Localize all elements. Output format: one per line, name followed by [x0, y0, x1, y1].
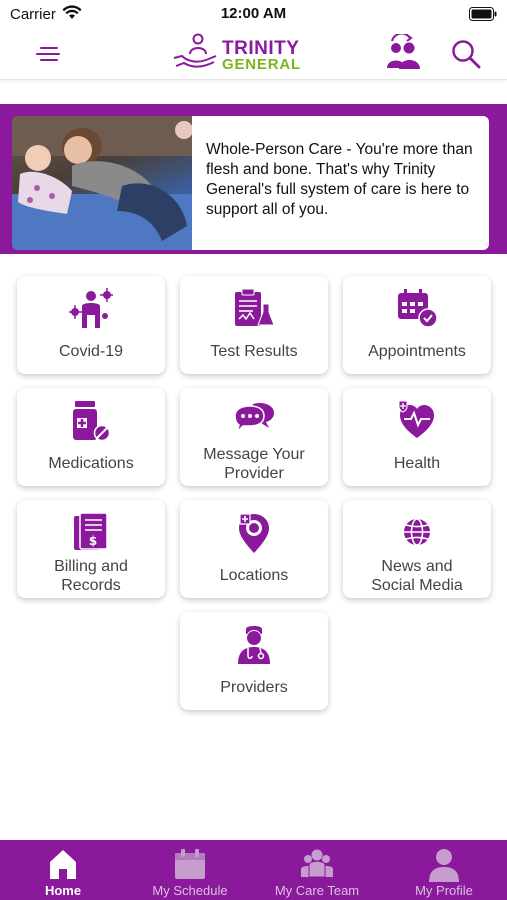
tile-label: Test Results [210, 342, 298, 360]
battery-icon [469, 7, 497, 21]
tile-label: Covid-19 [58, 342, 124, 360]
tile-label: Appointments [368, 342, 466, 360]
tile-health[interactable]: Health [343, 388, 491, 486]
tab-label: My Care Team [274, 883, 360, 898]
tile-appointments[interactable]: Appointments [343, 276, 491, 374]
globe-icon [404, 518, 430, 546]
tile-label: Medications [48, 454, 134, 472]
tile-providers[interactable]: Providers [180, 612, 328, 710]
banner-card[interactable]: Whole-Person Care - You're more than fle… [12, 116, 489, 250]
svg-text:$: $ [89, 534, 97, 548]
tab-label: My Schedule [152, 883, 228, 898]
tile-covid-19[interactable]: Covid-19 [17, 276, 165, 374]
clock: 12:00 AM [220, 5, 287, 22]
tab-my-profile[interactable]: My Profile [381, 840, 507, 900]
app-header: TRINITY GENERAL [0, 28, 507, 80]
group-icon [301, 849, 333, 878]
bill-document-icon: $ [74, 512, 108, 550]
tile-label: Providers [220, 678, 288, 696]
tile-message-your-provider[interactable]: Message Your Provider [180, 388, 328, 486]
virus-person-icon [69, 288, 113, 328]
bottom-tab-bar: Home My Schedule My Care Team My Profile [0, 840, 507, 900]
home-icon [50, 850, 76, 879]
logo-text-general: GENERAL [222, 56, 301, 73]
menu-button[interactable] [34, 42, 64, 66]
tile-locations[interactable]: Locations [180, 500, 328, 598]
tab-my-schedule[interactable]: My Schedule [127, 840, 253, 900]
calendar-icon [175, 849, 205, 879]
tile-news-and-social-media[interactable]: News and Social Media [343, 500, 491, 598]
care-team-button[interactable] [384, 32, 422, 72]
banner-text: Whole-Person Care - You're more than fle… [206, 141, 473, 218]
menu-icon [40, 47, 58, 49]
calendar-check-icon [398, 289, 438, 328]
location-pin-icon [239, 513, 269, 553]
tab-label: My Profile [415, 883, 473, 898]
person-icon [429, 849, 459, 882]
tile-test-results[interactable]: Test Results [180, 276, 328, 374]
trinity-general-logo: TRINITY GENERAL [172, 32, 312, 74]
heart-pulse-icon [398, 400, 434, 438]
chat-bubbles-icon [234, 403, 274, 435]
tile-label: Health [393, 454, 441, 472]
search-icon [452, 40, 481, 69]
promo-banner: Whole-Person Care - You're more than fle… [0, 104, 507, 254]
clipboard-flask-icon [235, 288, 275, 326]
tile-label: News and Social Media [371, 558, 463, 594]
tile-medications[interactable]: Medications [17, 388, 165, 486]
tile-label: Message Your Provider [203, 446, 305, 482]
care-team-icon [387, 32, 420, 69]
tab-home[interactable]: Home [0, 840, 126, 900]
logo-hands-icon [173, 33, 217, 68]
tile-label: Locations [219, 566, 289, 584]
tab-label: Home [44, 883, 82, 898]
status-bar: Carrier 12:00 AM [0, 0, 507, 28]
pill-bottle-icon [73, 401, 111, 442]
tile-billing-and-records[interactable]: $ Billing and Records [17, 500, 165, 598]
banner-photo [12, 116, 193, 250]
search-button[interactable] [450, 38, 482, 70]
tab-my-care-team[interactable]: My Care Team [254, 840, 380, 900]
tile-label: Billing and Records [54, 558, 128, 594]
doctor-icon [238, 626, 270, 664]
